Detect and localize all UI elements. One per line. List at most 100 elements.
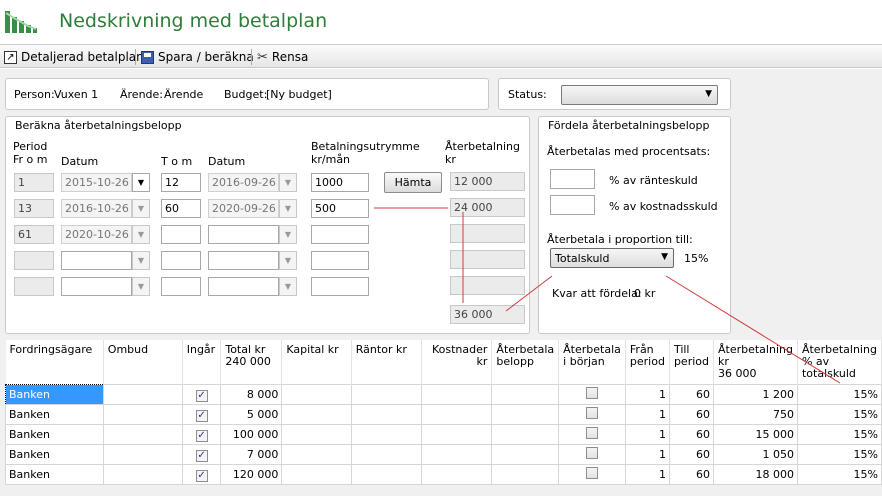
table-row[interactable]: Banken ✓ 120 000 1 60 18 000 15%	[5, 464, 882, 485]
date-from-field[interactable]	[61, 277, 132, 296]
capacity-field[interactable]: 1000	[311, 173, 369, 192]
date-from-field[interactable]: 2015-10-26	[61, 173, 132, 192]
header-repay-amount[interactable]: Återbetala belopp	[491, 340, 560, 385]
cell-from-period[interactable]: 1	[624, 424, 670, 445]
cell-interest[interactable]	[350, 424, 422, 445]
header-from-period[interactable]: Från period	[625, 340, 670, 385]
cell-repay-kr[interactable]: 18 000	[712, 464, 798, 485]
cell-repay-start[interactable]	[558, 384, 626, 405]
cell-repay-start[interactable]	[558, 464, 626, 485]
checkbox-unchecked[interactable]	[586, 387, 599, 399]
cell-agent[interactable]	[102, 424, 183, 445]
header-capital[interactable]: Kapital kr	[281, 340, 352, 385]
date-to-field[interactable]	[208, 251, 279, 270]
header-interest[interactable]: Räntor kr	[351, 340, 422, 385]
cell-repay-pct[interactable]: 15%	[796, 404, 882, 425]
cell-to-period[interactable]: 60	[668, 384, 714, 405]
checkbox-unchecked[interactable]	[586, 447, 599, 459]
cell-total[interactable]: 120 000	[220, 464, 283, 485]
header-repay-start[interactable]: Återbetala i början	[558, 340, 626, 385]
cell-repay-pct[interactable]: 15%	[796, 384, 882, 405]
fetch-button[interactable]: Hämta	[384, 172, 442, 193]
cell-repay-amount[interactable]	[491, 444, 560, 465]
cell-to-period[interactable]: 60	[668, 424, 714, 445]
cell-capital[interactable]	[281, 404, 352, 425]
cell-creditor[interactable]: Banken	[5, 384, 104, 405]
cell-interest[interactable]	[350, 404, 422, 425]
cell-repay-pct[interactable]: 15%	[796, 424, 882, 445]
cell-costs[interactable]	[420, 384, 493, 405]
cell-included[interactable]: ✓	[181, 424, 222, 445]
cell-agent[interactable]	[102, 464, 183, 485]
cell-creditor[interactable]: Banken	[5, 404, 104, 425]
header-agent[interactable]: Ombud	[103, 340, 183, 385]
cell-agent[interactable]	[102, 384, 183, 405]
proportion-select[interactable]: Totalskuld ▼	[550, 248, 674, 268]
cell-repay-amount[interactable]	[491, 424, 560, 445]
cell-interest[interactable]	[350, 384, 422, 405]
cell-repay-kr[interactable]: 15 000	[712, 424, 798, 445]
cell-included[interactable]: ✓	[181, 444, 222, 465]
clear-button[interactable]: ✂ Rensa	[257, 48, 308, 66]
cell-to-period[interactable]: 60	[668, 404, 714, 425]
cell-repay-kr[interactable]: 1 050	[712, 444, 798, 465]
cell-to-period[interactable]: 60	[668, 444, 714, 465]
cell-costs[interactable]	[420, 404, 493, 425]
cell-included[interactable]: ✓	[181, 464, 222, 485]
date-from-dropdown[interactable]: ▼	[132, 277, 150, 296]
cell-from-period[interactable]: 1	[624, 384, 670, 405]
date-from-field[interactable]	[61, 251, 132, 270]
cell-from-period[interactable]: 1	[624, 444, 670, 465]
checkbox-checked[interactable]: ✓	[195, 449, 208, 462]
interest-percent-input[interactable]	[550, 169, 595, 189]
header-creditor[interactable]: Fordringsägare	[5, 340, 104, 385]
cell-costs[interactable]	[420, 424, 493, 445]
date-to-dropdown[interactable]: ▼	[279, 277, 297, 296]
header-repay-kr[interactable]: Återbetalning kr 36 000	[713, 340, 798, 385]
status-select[interactable]: ▼	[561, 85, 718, 105]
date-to-field[interactable]	[208, 225, 279, 244]
table-row[interactable]: Banken ✓ 100 000 1 60 15 000 15%	[5, 424, 882, 445]
cost-percent-input[interactable]	[550, 195, 595, 215]
date-to-dropdown[interactable]: ▼	[279, 225, 297, 244]
header-total[interactable]: Total kr 240 000	[220, 340, 283, 385]
cell-repay-amount[interactable]	[491, 384, 560, 405]
cell-capital[interactable]	[281, 464, 352, 485]
detailed-plan-button[interactable]: ↗ Detaljerad betalplan	[4, 48, 144, 66]
cell-repay-start[interactable]	[558, 424, 626, 445]
cell-repay-start[interactable]	[558, 404, 626, 425]
cell-capital[interactable]	[281, 384, 352, 405]
cell-repay-kr[interactable]: 1 200	[712, 384, 798, 405]
capacity-field[interactable]: 500	[311, 199, 369, 218]
cell-total[interactable]: 7 000	[220, 444, 283, 465]
cell-creditor[interactable]: Banken	[5, 444, 104, 465]
cell-to-period[interactable]: 60	[668, 464, 714, 485]
cell-capital[interactable]	[281, 444, 352, 465]
period-to-field[interactable]	[161, 251, 201, 270]
save-calculate-button[interactable]: Spara / beräkna	[141, 48, 254, 66]
period-to-field[interactable]: 12	[161, 173, 201, 192]
cell-from-period[interactable]: 1	[624, 404, 670, 425]
checkbox-checked[interactable]: ✓	[195, 409, 208, 422]
checkbox-checked[interactable]: ✓	[195, 469, 208, 482]
capacity-field[interactable]	[311, 251, 369, 270]
cell-repay-pct[interactable]: 15%	[796, 464, 882, 485]
header-included[interactable]: Ingår	[182, 340, 222, 385]
cell-total[interactable]: 8 000	[220, 384, 283, 405]
cell-agent[interactable]	[102, 444, 183, 465]
cell-creditor[interactable]: Banken	[5, 464, 104, 485]
checkbox-unchecked[interactable]	[586, 407, 599, 419]
period-to-field[interactable]: 60	[161, 199, 201, 218]
cell-costs[interactable]	[420, 444, 493, 465]
capacity-field[interactable]	[311, 225, 369, 244]
checkbox-unchecked[interactable]	[586, 427, 599, 439]
header-to-period[interactable]: Till period	[669, 340, 714, 385]
cell-creditor[interactable]: Banken	[5, 424, 104, 445]
cell-agent[interactable]	[102, 404, 183, 425]
table-row[interactable]: Banken ✓ 5 000 1 60 750 15%	[5, 404, 882, 425]
cell-interest[interactable]	[350, 444, 422, 465]
cell-included[interactable]: ✓	[181, 404, 222, 425]
checkbox-unchecked[interactable]	[586, 467, 599, 479]
capacity-field[interactable]	[311, 277, 369, 296]
checkbox-checked[interactable]: ✓	[195, 389, 208, 402]
